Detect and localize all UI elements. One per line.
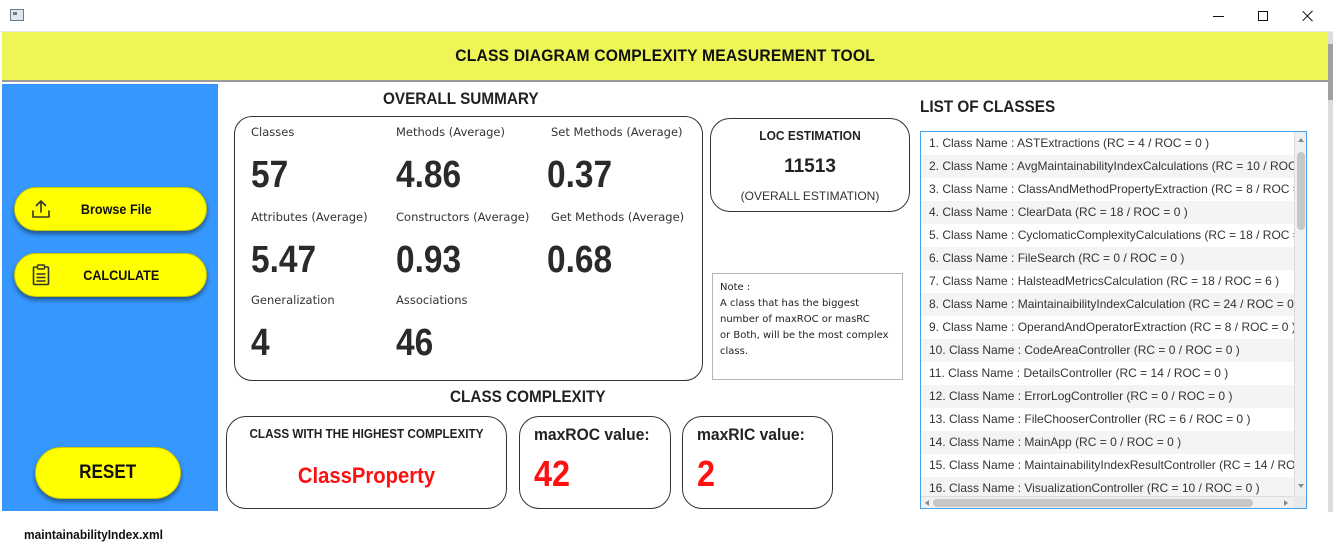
maximize-icon: [1258, 11, 1268, 21]
generalization-value: 4: [251, 322, 270, 364]
methods-average-label: Methods (Average): [396, 125, 505, 139]
scroll-up-icon[interactable]: [1298, 138, 1304, 142]
browse-file-label: Browse File: [80, 201, 152, 217]
scroll-down-icon[interactable]: [1298, 484, 1304, 488]
get-methods-average-label: Get Methods (Average): [551, 210, 685, 224]
max-roc-panel: maxROC value: 42: [519, 416, 671, 509]
max-ric-value: 2: [697, 453, 716, 494]
list-item[interactable]: 14. Class Name : MainApp (RC = 0 / ROC =…: [921, 431, 1294, 454]
minimize-button[interactable]: [1195, 0, 1241, 32]
overall-summary-heading: OVERALL SUMMARY: [383, 89, 539, 108]
list-item[interactable]: 13. Class Name : FileChooserController (…: [921, 408, 1294, 431]
note-line: A class that has the biggest: [720, 298, 860, 309]
class-list-vertical-scrollbar[interactable]: [1294, 132, 1306, 496]
overall-summary-panel: Classes 57 Methods (Average) 4.86 Set Me…: [234, 116, 703, 381]
note-line: Note :: [720, 282, 751, 293]
note-textarea[interactable]: Note : A class that has the biggest numb…: [712, 273, 903, 380]
list-item[interactable]: 12. Class Name : ErrorLogController (RC …: [921, 385, 1294, 408]
list-item[interactable]: 8. Class Name : MaintainaibilityIndexCal…: [921, 293, 1294, 316]
window-titlebar: [0, 0, 1333, 32]
highest-complexity-title: CLASS WITH THE HIGHEST COMPLEXITY: [249, 426, 484, 441]
loc-estimation-value: 11513: [784, 156, 836, 177]
highest-complexity-panel: CLASS WITH THE HIGHEST COMPLEXITY ClassP…: [226, 416, 507, 509]
scrollbar-corner: [1294, 496, 1306, 508]
window-scrollbar[interactable]: [1328, 32, 1333, 512]
note-line: class.: [720, 346, 749, 357]
class-list-horizontal-thumb[interactable]: [933, 499, 1253, 507]
upload-icon: [32, 200, 50, 218]
app-window-icon: [10, 9, 24, 21]
app-header: CLASS DIAGRAM COMPLEXITY MEASUREMENT TOO…: [2, 32, 1328, 82]
close-icon: [1302, 10, 1314, 22]
class-list-horizontal-scrollbar[interactable]: [921, 496, 1294, 508]
calculate-button[interactable]: CALCULATE: [14, 253, 207, 297]
get-methods-average-value: 0.68: [547, 239, 613, 281]
window-scrollbar-thumb[interactable]: [1328, 44, 1333, 100]
class-list[interactable]: 1. Class Name : ASTExtractions (RC = 4 /…: [920, 131, 1307, 509]
list-item[interactable]: 5. Class Name : CyclomaticComplexityCalc…: [921, 224, 1294, 247]
methods-average-value: 4.86: [396, 154, 462, 196]
list-item[interactable]: 10. Class Name : CodeAreaController (RC …: [921, 339, 1294, 362]
list-item[interactable]: 4. Class Name : ClearData (RC = 18 / ROC…: [921, 201, 1294, 224]
app-title: CLASS DIAGRAM COMPLEXITY MEASUREMENT TOO…: [455, 46, 875, 65]
attributes-average-value: 5.47: [251, 239, 317, 281]
list-item[interactable]: 6. Class Name : FileSearch (RC = 0 / ROC…: [921, 247, 1294, 270]
list-item[interactable]: 2. Class Name : AvgMaintainabilityIndexC…: [921, 155, 1294, 178]
highest-complexity-class: ClassProperty: [297, 463, 436, 488]
attributes-average-label: Attributes (Average): [251, 210, 368, 224]
set-methods-average-value: 0.37: [547, 154, 613, 196]
reset-button[interactable]: RESET: [35, 447, 181, 499]
generalization-label: Generalization: [251, 293, 335, 307]
max-ric-label: maxRIC value:: [697, 425, 805, 444]
list-item[interactable]: 7. Class Name : HalsteadMetricsCalculati…: [921, 270, 1294, 293]
classes-label: Classes: [251, 125, 295, 139]
loc-estimation-subtitle: (OVERALL ESTIMATION): [740, 189, 880, 203]
close-button[interactable]: [1285, 0, 1331, 32]
associations-label: Associations: [396, 293, 468, 307]
clipboard-icon: [32, 264, 50, 286]
sidebar: Browse File CALCULATE RESET: [2, 84, 218, 511]
constructors-average-value: 0.93: [396, 239, 462, 281]
list-item[interactable]: 16. Class Name : VisualizationController…: [921, 477, 1294, 496]
class-complexity-heading: CLASS COMPLEXITY: [450, 387, 606, 406]
max-ric-panel: maxRIC value: 2: [682, 416, 833, 509]
note-line: or Both, will be the most complex: [720, 330, 889, 341]
calculate-label: CALCULATE: [83, 267, 160, 283]
classes-value: 57: [251, 154, 289, 196]
list-item[interactable]: 1. Class Name : ASTExtractions (RC = 4 /…: [921, 132, 1294, 155]
list-item[interactable]: 15. Class Name : MaintainabilityIndexRes…: [921, 454, 1294, 477]
reset-label: RESET: [79, 462, 137, 483]
class-list-viewport: 1. Class Name : ASTExtractions (RC = 4 /…: [921, 132, 1294, 496]
browse-file-button[interactable]: Browse File: [14, 187, 207, 231]
scroll-right-icon[interactable]: [1284, 500, 1288, 506]
list-of-classes-heading: LIST OF CLASSES: [920, 97, 1056, 116]
scroll-left-icon[interactable]: [925, 500, 929, 506]
loc-estimation-panel: LOC ESTIMATION 11513 (OVERALL ESTIMATION…: [710, 118, 910, 212]
class-list-vertical-thumb[interactable]: [1297, 152, 1305, 230]
max-roc-value: 42: [534, 453, 571, 494]
list-item[interactable]: 11. Class Name : DetailsController (RC =…: [921, 362, 1294, 385]
loc-estimation-title: LOC ESTIMATION: [759, 128, 861, 143]
selected-file-name: maintainabilityIndex.xml: [24, 527, 163, 542]
list-item[interactable]: 9. Class Name : OperandAndOperatorExtrac…: [921, 316, 1294, 339]
associations-value: 46: [396, 322, 434, 364]
list-item[interactable]: 3. Class Name : ClassAndMethodPropertyEx…: [921, 178, 1294, 201]
constructors-average-label: Constructors (Average): [396, 210, 530, 224]
set-methods-average-label: Set Methods (Average): [551, 125, 683, 139]
max-roc-label: maxROC value:: [534, 425, 650, 444]
note-line: number of maxROC or masRC: [720, 314, 870, 325]
maximize-button[interactable]: [1240, 0, 1286, 32]
minimize-icon: [1212, 15, 1224, 17]
